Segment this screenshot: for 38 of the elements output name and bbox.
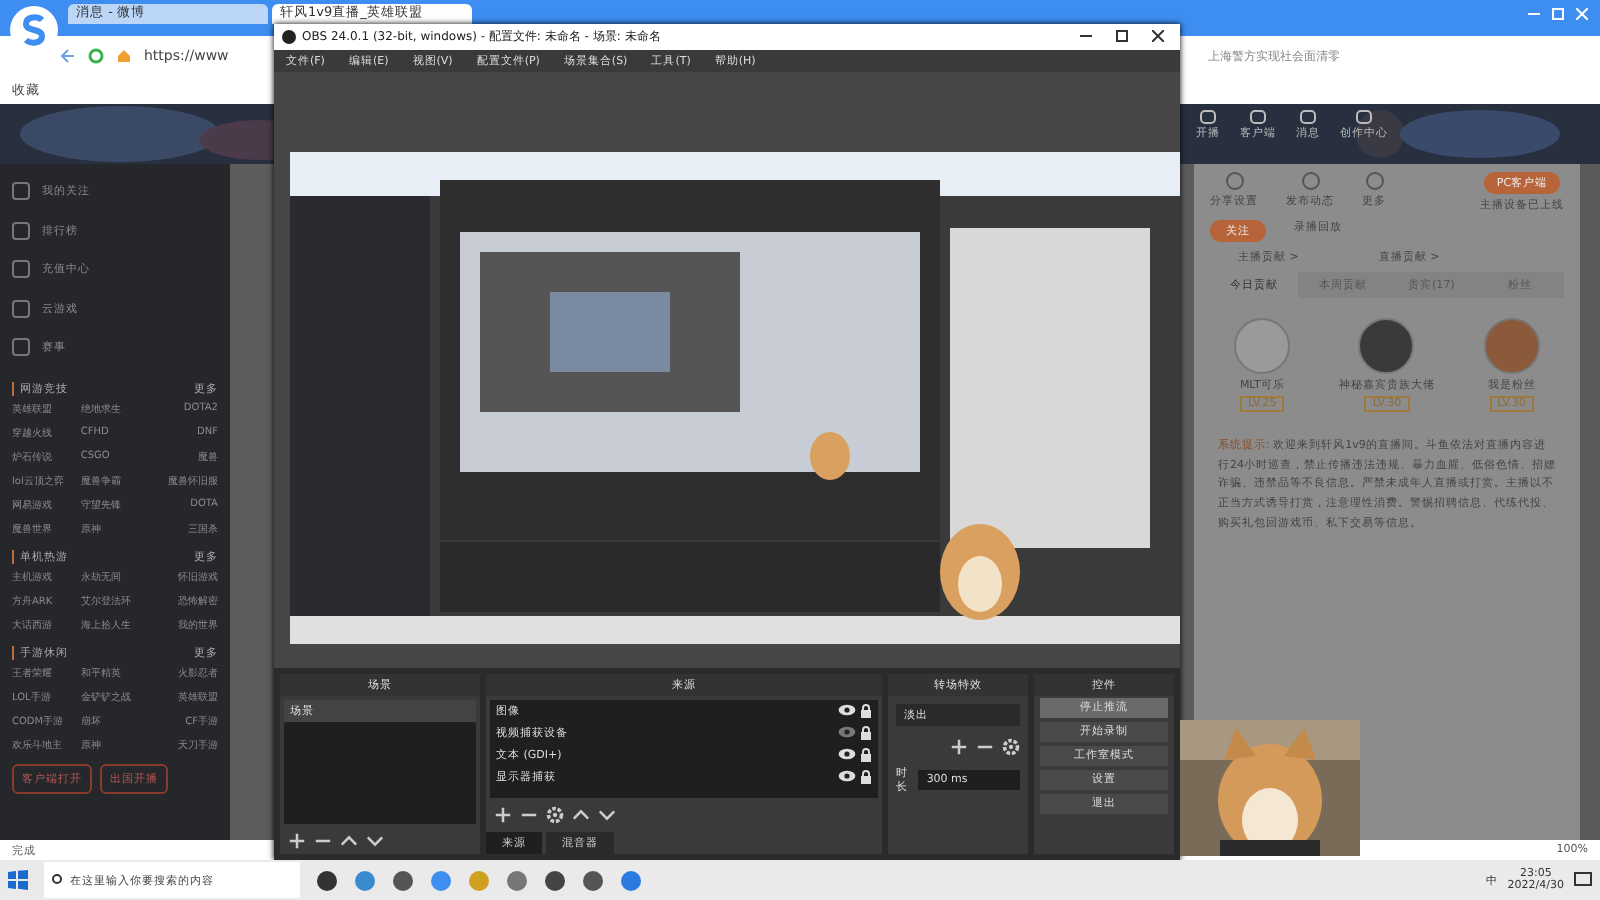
down-icon[interactable] — [598, 806, 616, 824]
nav-icon — [12, 221, 30, 240]
circle-icon — [1365, 172, 1383, 190]
minimize-icon[interactable] — [1080, 30, 1092, 43]
lock-icon[interactable] — [860, 725, 872, 740]
circle-icon — [1301, 172, 1319, 190]
eye-icon[interactable] — [838, 770, 856, 783]
nav-icon — [12, 182, 30, 201]
eye-icon[interactable] — [838, 748, 856, 761]
nav-icon — [12, 260, 30, 279]
close-icon[interactable] — [1152, 30, 1164, 43]
lock-icon[interactable] — [860, 747, 872, 762]
lock-icon[interactable] — [860, 703, 872, 718]
search-icon — [52, 874, 64, 886]
circle-icon — [1225, 172, 1243, 190]
start-icon[interactable] — [8, 870, 28, 890]
settings-icon[interactable] — [1002, 737, 1020, 756]
back-icon[interactable] — [60, 48, 76, 64]
down-icon[interactable] — [366, 832, 384, 850]
nav-icon — [12, 299, 30, 318]
taskbar-app-icon[interactable] — [316, 869, 338, 891]
maximize-icon[interactable] — [1116, 30, 1128, 43]
add-icon[interactable] — [288, 832, 306, 850]
eye-off-icon[interactable] — [838, 726, 856, 739]
taskbar-app-icon[interactable] — [392, 869, 414, 891]
up-icon[interactable] — [572, 806, 590, 824]
up-icon[interactable] — [340, 832, 358, 850]
add-icon[interactable] — [950, 737, 968, 756]
lock-icon[interactable] — [860, 769, 872, 784]
notification-icon[interactable] — [1574, 872, 1592, 888]
settings-icon[interactable] — [546, 806, 564, 824]
taskbar-app-icon[interactable] — [544, 869, 566, 891]
add-icon[interactable] — [494, 806, 512, 824]
nav-icon — [12, 338, 30, 357]
taskbar-app-icon[interactable] — [582, 869, 604, 891]
app-icon — [282, 29, 296, 44]
refresh-icon[interactable] — [88, 48, 104, 64]
eye-icon[interactable] — [838, 704, 856, 717]
